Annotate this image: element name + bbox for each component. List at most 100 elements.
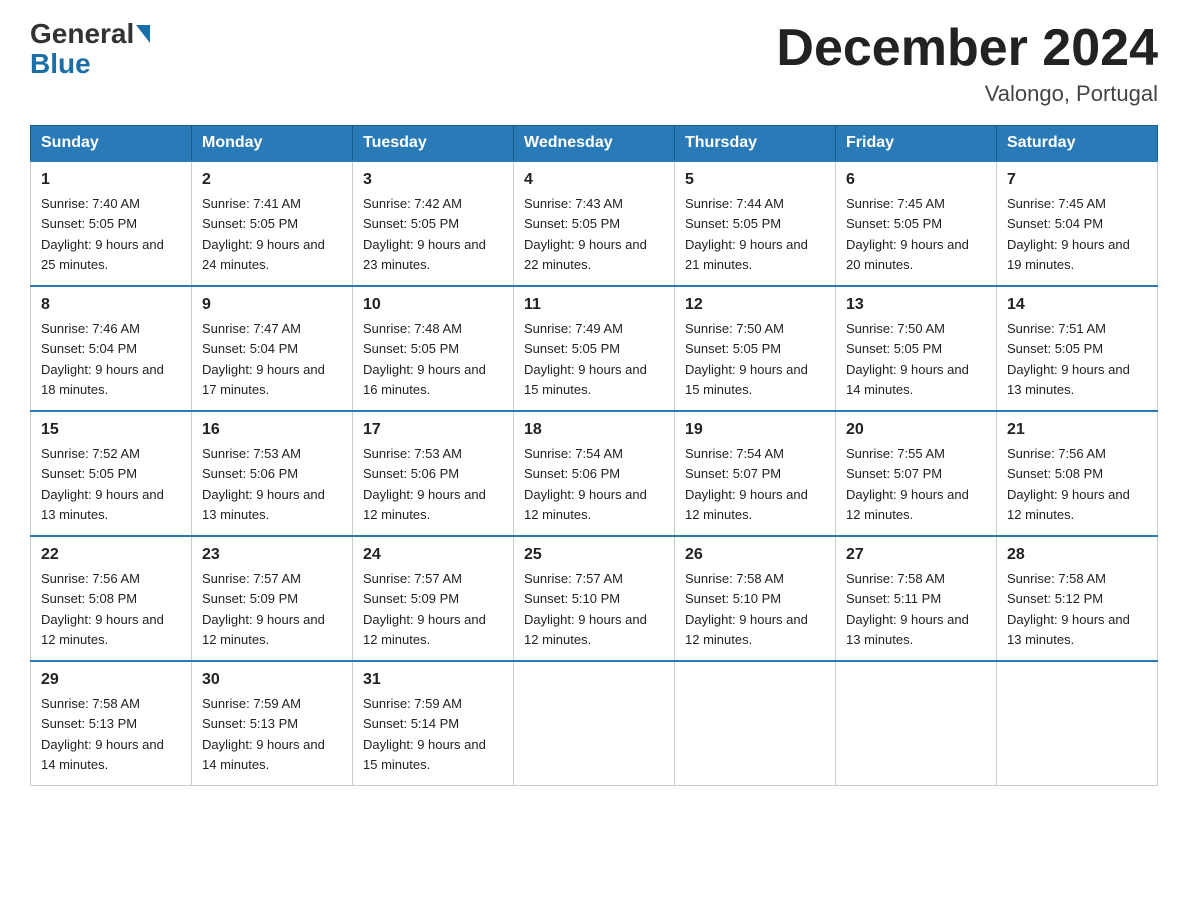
day-number: 20 [846,418,986,442]
day-info: Sunrise: 7:45 AMSunset: 5:04 PMDaylight:… [1007,196,1130,272]
day-number: 22 [41,543,181,567]
title-block: December 2024 Valongo, Portugal [776,20,1158,107]
day-info: Sunrise: 7:47 AMSunset: 5:04 PMDaylight:… [202,321,325,397]
table-row: 14 Sunrise: 7:51 AMSunset: 5:05 PMDaylig… [997,286,1158,411]
table-row: 7 Sunrise: 7:45 AMSunset: 5:04 PMDayligh… [997,161,1158,286]
table-row: 29 Sunrise: 7:58 AMSunset: 5:13 PMDaylig… [31,661,192,786]
col-sunday: Sunday [31,126,192,162]
table-row: 4 Sunrise: 7:43 AMSunset: 5:05 PMDayligh… [514,161,675,286]
table-row: 30 Sunrise: 7:59 AMSunset: 5:13 PMDaylig… [192,661,353,786]
day-number: 15 [41,418,181,442]
table-row: 21 Sunrise: 7:56 AMSunset: 5:08 PMDaylig… [997,411,1158,536]
day-info: Sunrise: 7:59 AMSunset: 5:14 PMDaylight:… [363,696,486,772]
page-header: General Blue December 2024 Valongo, Port… [30,20,1158,107]
day-info: Sunrise: 7:51 AMSunset: 5:05 PMDaylight:… [1007,321,1130,397]
day-number: 21 [1007,418,1147,442]
table-row: 27 Sunrise: 7:58 AMSunset: 5:11 PMDaylig… [836,536,997,661]
day-info: Sunrise: 7:58 AMSunset: 5:13 PMDaylight:… [41,696,164,772]
table-row: 26 Sunrise: 7:58 AMSunset: 5:10 PMDaylig… [675,536,836,661]
day-info: Sunrise: 7:44 AMSunset: 5:05 PMDaylight:… [685,196,808,272]
day-number: 18 [524,418,664,442]
table-row: 2 Sunrise: 7:41 AMSunset: 5:05 PMDayligh… [192,161,353,286]
day-info: Sunrise: 7:57 AMSunset: 5:09 PMDaylight:… [363,571,486,647]
day-info: Sunrise: 7:46 AMSunset: 5:04 PMDaylight:… [41,321,164,397]
day-info: Sunrise: 7:58 AMSunset: 5:10 PMDaylight:… [685,571,808,647]
day-number: 8 [41,293,181,317]
table-row: 24 Sunrise: 7:57 AMSunset: 5:09 PMDaylig… [353,536,514,661]
table-row: 15 Sunrise: 7:52 AMSunset: 5:05 PMDaylig… [31,411,192,536]
day-info: Sunrise: 7:49 AMSunset: 5:05 PMDaylight:… [524,321,647,397]
day-number: 11 [524,293,664,317]
col-friday: Friday [836,126,997,162]
day-number: 10 [363,293,503,317]
day-info: Sunrise: 7:41 AMSunset: 5:05 PMDaylight:… [202,196,325,272]
table-row: 11 Sunrise: 7:49 AMSunset: 5:05 PMDaylig… [514,286,675,411]
logo-blue-text: Blue [30,48,91,79]
day-number: 5 [685,168,825,192]
table-row: 18 Sunrise: 7:54 AMSunset: 5:06 PMDaylig… [514,411,675,536]
day-info: Sunrise: 7:58 AMSunset: 5:11 PMDaylight:… [846,571,969,647]
logo-general-text: General [30,20,134,48]
day-number: 4 [524,168,664,192]
day-info: Sunrise: 7:42 AMSunset: 5:05 PMDaylight:… [363,196,486,272]
day-number: 13 [846,293,986,317]
day-info: Sunrise: 7:54 AMSunset: 5:07 PMDaylight:… [685,446,808,522]
table-row: 8 Sunrise: 7:46 AMSunset: 5:04 PMDayligh… [31,286,192,411]
table-row: 22 Sunrise: 7:56 AMSunset: 5:08 PMDaylig… [31,536,192,661]
location: Valongo, Portugal [776,81,1158,107]
table-row: 5 Sunrise: 7:44 AMSunset: 5:05 PMDayligh… [675,161,836,286]
logo: General Blue [30,20,152,80]
day-number: 24 [363,543,503,567]
day-number: 19 [685,418,825,442]
table-row: 31 Sunrise: 7:59 AMSunset: 5:14 PMDaylig… [353,661,514,786]
day-info: Sunrise: 7:58 AMSunset: 5:12 PMDaylight:… [1007,571,1130,647]
day-number: 14 [1007,293,1147,317]
table-row: 20 Sunrise: 7:55 AMSunset: 5:07 PMDaylig… [836,411,997,536]
day-info: Sunrise: 7:53 AMSunset: 5:06 PMDaylight:… [363,446,486,522]
day-number: 25 [524,543,664,567]
col-wednesday: Wednesday [514,126,675,162]
day-number: 12 [685,293,825,317]
table-row: 17 Sunrise: 7:53 AMSunset: 5:06 PMDaylig… [353,411,514,536]
table-row: 6 Sunrise: 7:45 AMSunset: 5:05 PMDayligh… [836,161,997,286]
calendar-header: Sunday Monday Tuesday Wednesday Thursday… [31,126,1158,162]
table-row [675,661,836,786]
day-number: 3 [363,168,503,192]
calendar-table: Sunday Monday Tuesday Wednesday Thursday… [30,125,1158,786]
day-info: Sunrise: 7:40 AMSunset: 5:05 PMDaylight:… [41,196,164,272]
calendar-body: 1 Sunrise: 7:40 AMSunset: 5:05 PMDayligh… [31,161,1158,786]
day-number: 29 [41,668,181,692]
day-info: Sunrise: 7:57 AMSunset: 5:09 PMDaylight:… [202,571,325,647]
day-info: Sunrise: 7:45 AMSunset: 5:05 PMDaylight:… [846,196,969,272]
table-row: 1 Sunrise: 7:40 AMSunset: 5:05 PMDayligh… [31,161,192,286]
day-number: 23 [202,543,342,567]
table-row [836,661,997,786]
day-number: 31 [363,668,503,692]
table-row: 3 Sunrise: 7:42 AMSunset: 5:05 PMDayligh… [353,161,514,286]
day-info: Sunrise: 7:56 AMSunset: 5:08 PMDaylight:… [41,571,164,647]
day-number: 1 [41,168,181,192]
table-row: 16 Sunrise: 7:53 AMSunset: 5:06 PMDaylig… [192,411,353,536]
col-tuesday: Tuesday [353,126,514,162]
table-row: 25 Sunrise: 7:57 AMSunset: 5:10 PMDaylig… [514,536,675,661]
table-row [514,661,675,786]
table-row: 9 Sunrise: 7:47 AMSunset: 5:04 PMDayligh… [192,286,353,411]
col-thursday: Thursday [675,126,836,162]
day-info: Sunrise: 7:52 AMSunset: 5:05 PMDaylight:… [41,446,164,522]
table-row: 23 Sunrise: 7:57 AMSunset: 5:09 PMDaylig… [192,536,353,661]
table-row: 13 Sunrise: 7:50 AMSunset: 5:05 PMDaylig… [836,286,997,411]
day-info: Sunrise: 7:43 AMSunset: 5:05 PMDaylight:… [524,196,647,272]
day-info: Sunrise: 7:59 AMSunset: 5:13 PMDaylight:… [202,696,325,772]
day-number: 30 [202,668,342,692]
table-row: 10 Sunrise: 7:48 AMSunset: 5:05 PMDaylig… [353,286,514,411]
day-number: 16 [202,418,342,442]
day-info: Sunrise: 7:48 AMSunset: 5:05 PMDaylight:… [363,321,486,397]
day-number: 17 [363,418,503,442]
day-info: Sunrise: 7:57 AMSunset: 5:10 PMDaylight:… [524,571,647,647]
day-info: Sunrise: 7:55 AMSunset: 5:07 PMDaylight:… [846,446,969,522]
day-info: Sunrise: 7:56 AMSunset: 5:08 PMDaylight:… [1007,446,1130,522]
day-info: Sunrise: 7:50 AMSunset: 5:05 PMDaylight:… [846,321,969,397]
day-number: 7 [1007,168,1147,192]
day-number: 26 [685,543,825,567]
table-row: 28 Sunrise: 7:58 AMSunset: 5:12 PMDaylig… [997,536,1158,661]
